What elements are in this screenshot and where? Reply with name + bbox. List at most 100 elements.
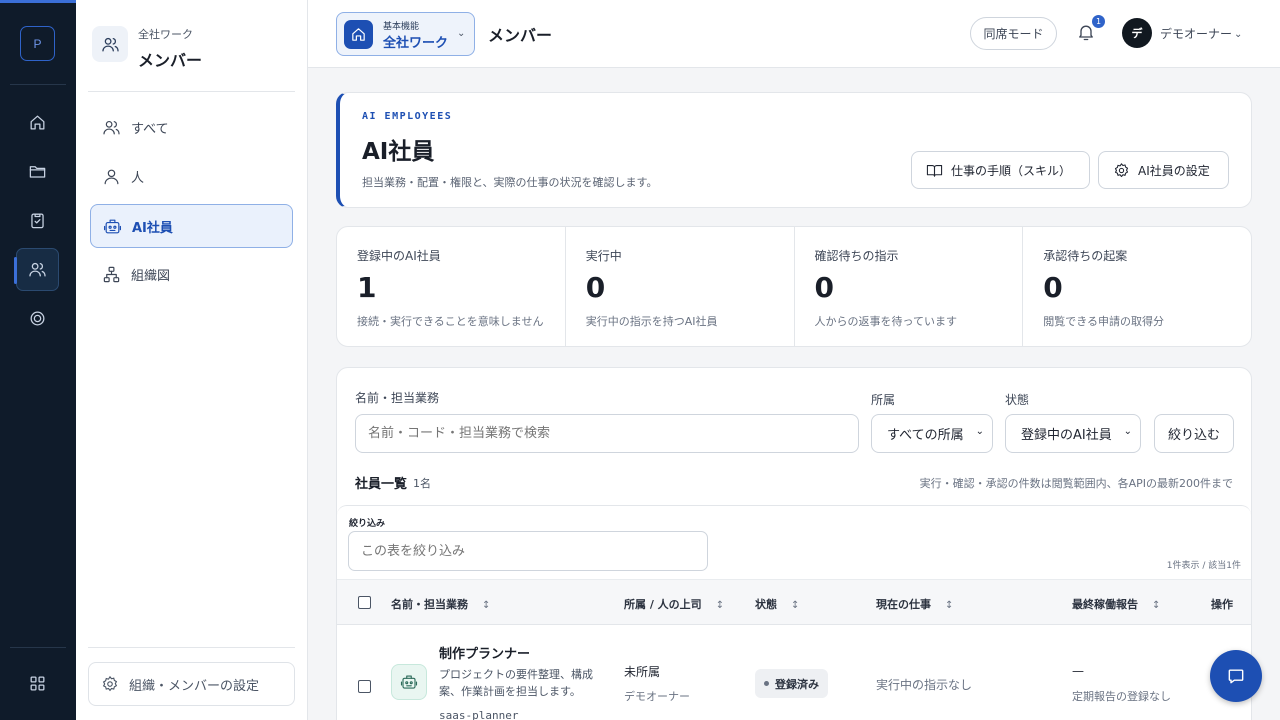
hero-title: AI社員 xyxy=(362,139,435,165)
sidebar-item-label: 組織図 xyxy=(131,268,171,284)
gear-icon xyxy=(1114,162,1129,177)
table-row[interactable]: 制作プランナー プロジェクトの要件整理、構成案、作業計画を担当します。 saas… xyxy=(337,625,1251,720)
stat-note: 人からの返事を待っています xyxy=(814,315,957,328)
sort-icon: ↕ xyxy=(1152,600,1161,611)
rail-home-button[interactable] xyxy=(16,101,59,144)
sidebar-item-org-chart[interactable]: 組織図 xyxy=(90,252,293,296)
chat-button[interactable] xyxy=(1210,650,1262,702)
employee-name[interactable]: 制作プランナー xyxy=(439,643,530,662)
sidebar-item-label: 人 xyxy=(131,170,145,186)
user-icon xyxy=(104,169,119,184)
stat-running: 実行中 0 実行中の指示を持つAI社員 xyxy=(566,227,795,346)
table-filter-input[interactable] xyxy=(348,531,708,571)
sidebar-item-label: AI社員 xyxy=(132,220,173,236)
folder-icon xyxy=(29,166,46,178)
users-icon xyxy=(103,120,120,134)
stat-label: 登録中のAI社員 xyxy=(357,249,441,263)
select-all-checkbox[interactable] xyxy=(358,596,371,609)
notification-count-badge: 1 xyxy=(1092,15,1105,28)
status-select[interactable]: 登録中のAI社員 ⌄ xyxy=(1005,414,1141,453)
stat-value: 0 xyxy=(585,271,606,304)
stat-label: 確認待ちの指示 xyxy=(814,249,899,263)
ai-employee-avatar xyxy=(391,664,427,700)
hero-eyebrow: AI EMPLOYEES xyxy=(362,111,453,122)
chevron-down-icon: ⌄ xyxy=(975,426,984,437)
employee-last-report-note: 定期報告の登録なし xyxy=(1072,690,1171,703)
column-label: 状態 xyxy=(755,598,777,611)
rail-divider xyxy=(10,84,66,85)
ai-employee-settings-button[interactable]: AI社員の設定 xyxy=(1098,151,1229,189)
rail-accent-bar xyxy=(0,0,76,3)
skills-button-label: 仕事の手順（スキル） xyxy=(951,163,1072,178)
stat-awaiting-confirmation: 確認待ちの指示 0 人からの返事を待っています xyxy=(795,227,1024,346)
top-header: 基本機能 全社ワーク ⌄ メンバー 同席モード 1 デ デモオーナー ⌄ xyxy=(308,0,1280,68)
stat-registered: 登録中のAI社員 1 接続・実行できることを意味しません xyxy=(337,227,566,346)
status-label: 状態 xyxy=(1005,393,1030,407)
stats-card: 登録中のAI社員 1 接続・実行できることを意味しません 実行中 0 実行中の指… xyxy=(336,226,1252,347)
employee-supervisor: デモオーナー xyxy=(624,690,690,703)
rail-folder-button[interactable] xyxy=(16,150,59,193)
hero-subtitle: 担当業務・配置・権限と、実際の仕事の状況を確認します。 xyxy=(362,176,658,189)
employee-current-job: 実行中の指示なし xyxy=(876,678,973,692)
rail-apps-button[interactable] xyxy=(16,662,59,705)
list-count: 1名 xyxy=(413,477,431,490)
chat-bubble-icon xyxy=(1228,669,1244,684)
rail-tasks-button[interactable] xyxy=(16,199,59,242)
members-sidebar: 全社ワーク メンバー すべて 人 AI社員 組織図 組織・メンバーの設定 xyxy=(76,0,308,720)
clipboard-check-icon xyxy=(31,213,44,229)
dept-select[interactable]: すべての所属 ⌄ xyxy=(871,414,993,453)
avatar[interactable]: デ xyxy=(1122,18,1152,48)
row-checkbox[interactable] xyxy=(358,680,371,693)
grid-icon xyxy=(30,676,45,691)
org-member-settings-button[interactable]: 組織・メンバーの設定 xyxy=(88,662,295,706)
employee-code: saas-planner xyxy=(439,709,519,720)
home-icon xyxy=(352,28,365,41)
dept-select-value: すべての所属 xyxy=(887,428,964,443)
employee-dept: 未所属 xyxy=(624,665,661,679)
chevron-down-icon: ⌄ xyxy=(457,28,466,39)
rail-settings-button[interactable] xyxy=(16,297,59,340)
list-title: 社員一覧 xyxy=(355,477,408,492)
user-name[interactable]: デモオーナー xyxy=(1160,25,1232,42)
presence-mode-button[interactable]: 同席モード xyxy=(970,17,1057,50)
members-panel: 名前・担当業務 所属 すべての所属 ⌄ 状態 登録中のAI社員 ⌄ 絞り込む 社… xyxy=(336,367,1252,720)
sidebar-item-people[interactable]: 人 xyxy=(90,154,293,198)
table-shown-count: 1件表示 / 該当1件 xyxy=(1166,561,1241,571)
workspace-category: 基本機能 xyxy=(383,22,420,32)
employee-description: プロジェクトの要件整理、構成案、作業計画を担当します。 xyxy=(439,668,593,698)
rail-divider xyxy=(10,647,66,648)
workspace-switcher[interactable]: 基本機能 全社ワーク ⌄ xyxy=(336,12,475,56)
employee-last-report: — xyxy=(1072,664,1084,678)
search-label: 名前・担当業務 xyxy=(355,391,440,405)
chevron-down-icon[interactable]: ⌄ xyxy=(1234,29,1242,40)
column-last-report[interactable]: 最終稼働報告 ↕ xyxy=(1072,596,1160,612)
sort-icon: ↕ xyxy=(945,600,954,611)
app-rail: P xyxy=(0,0,76,720)
apply-filter-button[interactable]: 絞り込む xyxy=(1154,414,1234,453)
users-icon xyxy=(101,37,119,51)
sidebar-divider xyxy=(88,647,295,648)
stat-label: 実行中 xyxy=(585,249,622,263)
status-dot-icon xyxy=(764,681,769,686)
status-badge: 登録済み xyxy=(755,669,828,698)
rail-members-button[interactable] xyxy=(14,248,59,291)
column-dept[interactable]: 所属 / 人の上司 ↕ xyxy=(624,596,724,612)
workspace-logo[interactable]: P xyxy=(20,26,55,61)
search-input[interactable] xyxy=(355,414,859,453)
column-current-job[interactable]: 現在の仕事 ↕ xyxy=(876,596,953,612)
robot-icon xyxy=(103,219,122,233)
page-title: メンバー xyxy=(488,26,553,45)
table-filter-label: 絞り込み xyxy=(349,519,386,529)
column-label: 最終稼働報告 xyxy=(1072,598,1138,611)
status-select-value: 登録中のAI社員 xyxy=(1021,428,1112,443)
column-label: 名前・担当業務 xyxy=(391,598,468,611)
skills-button[interactable]: 仕事の手順（スキル） xyxy=(911,151,1090,189)
list-note: 実行・確認・承認の件数は閲覧範囲内、各APIの最新200件まで xyxy=(919,477,1233,490)
sidebar-item-all[interactable]: すべて xyxy=(90,105,293,149)
chevron-down-icon: ⌄ xyxy=(1123,426,1132,437)
org-member-settings-label: 組織・メンバーの設定 xyxy=(129,678,260,694)
ai-employee-settings-label: AI社員の設定 xyxy=(1138,163,1210,178)
column-status[interactable]: 状態 ↕ xyxy=(755,596,799,612)
column-name[interactable]: 名前・担当業務 ↕ xyxy=(391,596,490,612)
sidebar-item-ai-employees[interactable]: AI社員 xyxy=(90,204,293,248)
